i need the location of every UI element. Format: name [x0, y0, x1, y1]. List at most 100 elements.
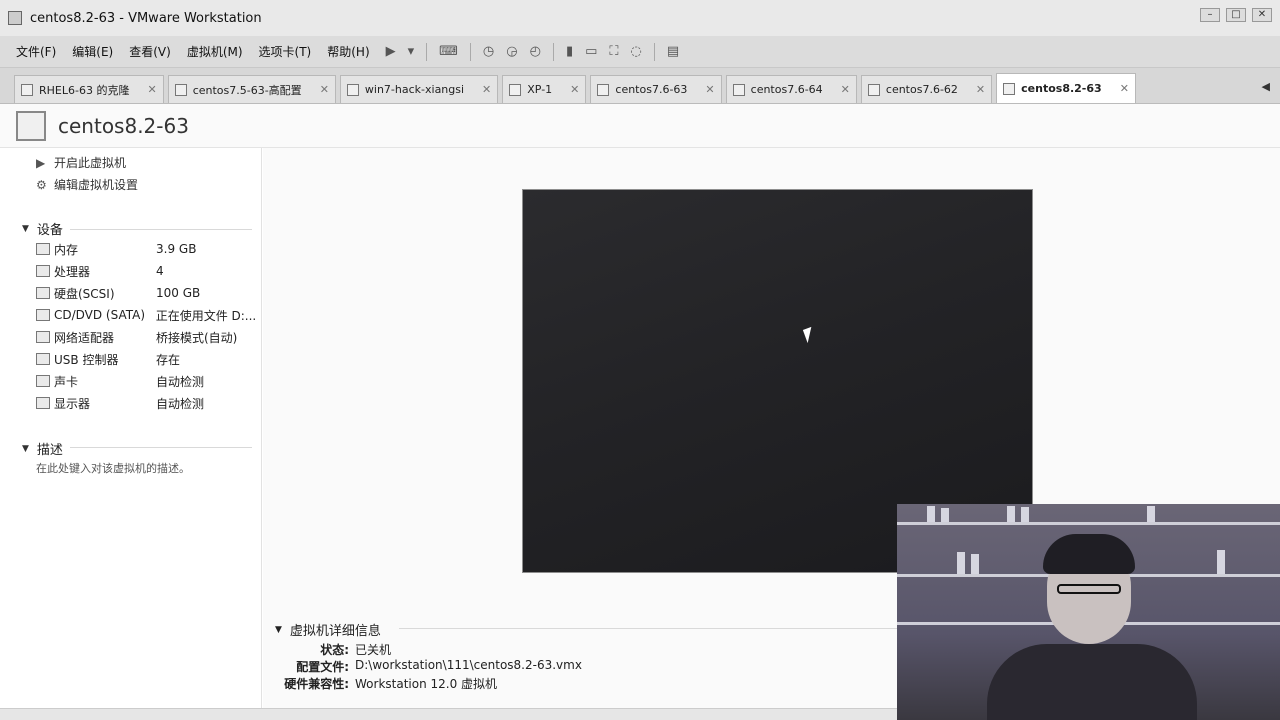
- tab-close-icon[interactable]: ✕: [1120, 82, 1129, 95]
- description-section-header[interactable]: ▼ 描述: [22, 439, 63, 458]
- tab-centos8.2-63[interactable]: centos8.2-63 ✕: [996, 73, 1136, 103]
- tab-close-icon[interactable]: ✕: [705, 83, 714, 96]
- toolbar-separator: [653, 42, 655, 61]
- vm-details-title: 虚拟机详细信息: [289, 624, 381, 639]
- detail-status-row: 状态: 已关机: [320, 643, 392, 657]
- send-keys-icon[interactable]: ⌨: [439, 44, 458, 59]
- tab-win7-hack[interactable]: win7-hack-xiangsi ✕: [339, 75, 499, 103]
- menu-bar: 文件(F) 编辑(E) 查看(V) 虚拟机(M) 选项卡(T) 帮助(H) ▶ …: [0, 36, 1280, 68]
- tab-scroll-left-icon[interactable]: ◀: [1262, 80, 1270, 93]
- tab-close-icon[interactable]: ✕: [570, 83, 579, 96]
- tab-label: centos7.6-63: [615, 83, 688, 96]
- tab-close-icon[interactable]: ✕: [841, 83, 850, 96]
- vm-details-header[interactable]: ▼ 虚拟机详细信息: [275, 620, 381, 639]
- chevron-down-icon: ▼: [22, 223, 29, 234]
- devices-section-header[interactable]: ▼ 设备: [22, 219, 63, 238]
- device-row-display[interactable]: 显示器 自动检测: [36, 393, 256, 413]
- unity-icon[interactable]: ◌: [631, 44, 642, 59]
- device-row-memory[interactable]: 内存 3.9 GB: [36, 239, 256, 259]
- edit-settings-action[interactable]: ⚙ 编辑虚拟机设置: [36, 176, 138, 193]
- tab-close-icon[interactable]: ✕: [320, 83, 329, 96]
- play-icon[interactable]: ▶: [386, 44, 396, 59]
- toolbar-separator: [426, 42, 428, 61]
- tab-label: centos7.6-62: [885, 83, 958, 96]
- maximize-icon[interactable]: □: [1226, 8, 1246, 22]
- book: [1007, 506, 1015, 522]
- detail-compat-row: 硬件兼容性: Workstation 12.0 虚拟机: [284, 677, 498, 691]
- section-divider: [70, 447, 252, 448]
- vm-tab-icon: [1003, 82, 1016, 95]
- vm-tab-icon: [21, 83, 33, 96]
- title-bar: centos8.2-63 - VMware Workstation – □ ✕: [0, 0, 1280, 36]
- menu-help[interactable]: 帮助(H): [327, 43, 369, 60]
- tab-close-icon[interactable]: ✕: [482, 83, 491, 96]
- device-row-network[interactable]: 网络适配器 桥接模式(自动): [36, 327, 256, 347]
- close-icon[interactable]: ✕: [1252, 8, 1272, 22]
- snapshot-manager-icon[interactable]: ◴: [530, 44, 541, 59]
- vm-icon: [16, 110, 46, 141]
- tab-close-icon[interactable]: ✕: [976, 83, 985, 96]
- tab-centos7.5-63[interactable]: centos7.5-63-高配置 ✕: [167, 75, 336, 103]
- toolbar-separator: [469, 42, 471, 61]
- tab-rhel6-63-clone[interactable]: RHEL6-63 的克隆 ✕: [14, 75, 164, 103]
- network-icon: [36, 331, 50, 343]
- glasses: [1057, 584, 1121, 594]
- tab-label: win7-hack-xiangsi: [364, 83, 465, 96]
- device-row-cd[interactable]: CD/DVD (SATA) 正在使用文件 D:...: [36, 305, 256, 325]
- device-row-disk[interactable]: 硬盘(SCSI) 100 GB: [36, 283, 256, 303]
- vm-header: centos8.2-63: [0, 104, 1280, 148]
- device-row-usb[interactable]: USB 控制器 存在: [36, 349, 256, 369]
- window-title: centos8.2-63 - VMware Workstation: [30, 10, 262, 26]
- chevron-down-icon: ▼: [275, 624, 282, 635]
- tab-label: RHEL6-63 的克隆: [39, 83, 130, 97]
- fullscreen-icon[interactable]: ⛶: [609, 44, 618, 59]
- vm-tab-strip: RHEL6-63 的克隆 ✕ centos7.5-63-高配置 ✕ win7-h…: [0, 68, 1280, 104]
- book: [1147, 506, 1155, 522]
- vm-tab-icon: [346, 83, 359, 96]
- person-hair: [1043, 534, 1135, 574]
- menu-file[interactable]: 文件(F): [16, 43, 56, 60]
- revert-snapshot-icon[interactable]: ◶: [506, 44, 517, 59]
- snapshot-icon[interactable]: ◷: [483, 44, 494, 59]
- menu-tabs[interactable]: 选项卡(T): [259, 43, 312, 60]
- menu-edit[interactable]: 编辑(E): [72, 43, 113, 60]
- book: [1217, 550, 1225, 574]
- vm-summary-panel: ▶ 开启此虚拟机 ⚙ 编辑虚拟机设置 ▼ 设备 内存 3.9 GB 处理器 4 …: [0, 148, 262, 710]
- power-on-action[interactable]: ▶ 开启此虚拟机: [36, 154, 126, 171]
- settings-icon: ⚙: [36, 177, 47, 192]
- devices-title: 设备: [36, 223, 63, 238]
- tab-label: centos8.2-63: [1021, 82, 1102, 95]
- menu-vm[interactable]: 虚拟机(M): [187, 43, 243, 60]
- vm-title: centos8.2-63: [58, 113, 189, 138]
- sidebar-toggle-icon[interactable]: ▮: [566, 44, 573, 59]
- description-placeholder[interactable]: 在此处键入对该虚拟机的描述。: [36, 460, 190, 476]
- tab-centos7.6-63[interactable]: centos7.6-63 ✕: [590, 75, 722, 103]
- memory-icon: [36, 243, 50, 255]
- tab-close-icon[interactable]: ✕: [147, 83, 156, 96]
- book: [1021, 507, 1029, 522]
- minimize-icon[interactable]: –: [1200, 8, 1220, 22]
- dropdown-chevron-icon[interactable]: ▾: [408, 44, 415, 59]
- book: [927, 506, 935, 522]
- mouse-cursor-icon: [802, 326, 817, 344]
- menu-view[interactable]: 查看(V): [129, 43, 171, 60]
- edit-settings-label: 编辑虚拟机设置: [54, 178, 139, 192]
- detail-config-row: 配置文件: D:\workstation\111\centos8.2-63.vm…: [296, 658, 582, 674]
- tab-centos7.6-64[interactable]: centos7.6-64 ✕: [725, 75, 857, 103]
- thumbnail-bar-icon[interactable]: ▭: [585, 44, 597, 59]
- book: [957, 552, 965, 574]
- display-icon: [36, 397, 50, 409]
- tab-xp-1[interactable]: XP-1 ✕: [502, 75, 587, 103]
- cpu-icon: [36, 265, 50, 277]
- tab-centos7.6-62[interactable]: centos7.6-62 ✕: [860, 75, 993, 103]
- vm-tab-icon: [509, 83, 522, 96]
- console-view-icon[interactable]: ▤: [667, 44, 679, 59]
- sound-icon: [36, 375, 50, 387]
- device-row-sound[interactable]: 声卡 自动检测: [36, 371, 256, 391]
- play-icon: ▶: [36, 155, 46, 170]
- cd-icon: [36, 309, 50, 321]
- description-title: 描述: [36, 443, 63, 458]
- device-row-cpu[interactable]: 处理器 4: [36, 261, 256, 281]
- chevron-down-icon: ▼: [22, 443, 29, 454]
- book: [941, 508, 949, 522]
